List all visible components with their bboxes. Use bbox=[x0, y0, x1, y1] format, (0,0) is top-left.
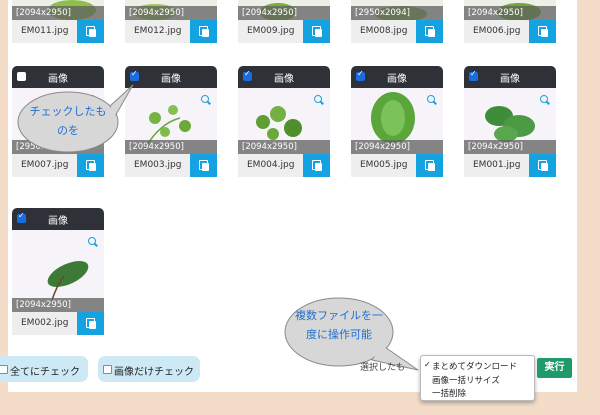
page-margin-right bbox=[577, 0, 600, 415]
file-name: EM002.jpg bbox=[21, 318, 69, 328]
card-title: 画像 bbox=[48, 216, 68, 227]
dropdown-option[interactable]: 一括削除 bbox=[432, 387, 466, 399]
copy-button[interactable] bbox=[190, 154, 217, 177]
image-dimensions: [2950x2094](584KB) bbox=[351, 6, 443, 20]
callout-text-multi: 複数ファイルを一 度に操作可能 bbox=[295, 309, 383, 341]
card-footer: EM001.jpg bbox=[464, 154, 556, 177]
card-footer: EM004.jpg bbox=[238, 154, 330, 177]
card-title: 画像 bbox=[387, 74, 407, 85]
thumbnail[interactable]: [2094x2950](674KB) bbox=[351, 88, 443, 154]
file-card: [2950x2094](584KB) EM008.jpg bbox=[351, 0, 443, 43]
file-card: [2094x2950](847KB) EM011.jpg bbox=[12, 0, 104, 43]
check-images-button[interactable]: 画像だけチェック bbox=[98, 356, 200, 382]
copy-button[interactable] bbox=[416, 154, 443, 177]
file-card: 画像 [2094x2950](512KB) EM004.jpg bbox=[238, 66, 330, 177]
image-dimensions: [2094x2950](754KB) bbox=[464, 6, 556, 20]
file-name: EM004.jpg bbox=[247, 160, 295, 170]
zoom-icon[interactable] bbox=[201, 95, 209, 103]
file-name: EM012.jpg bbox=[134, 26, 182, 36]
card-title: 画像 bbox=[274, 74, 294, 85]
zoom-icon[interactable] bbox=[314, 95, 322, 103]
thumbnail[interactable]: [2094x2950](516KB) bbox=[238, 0, 330, 20]
image-dimensions: [2094x2950](726KB) bbox=[125, 6, 217, 20]
copy-button[interactable] bbox=[303, 154, 330, 177]
checkbox-icon bbox=[0, 365, 8, 374]
bulk-action-dropdown[interactable]: ✓ まとめてダウンロード 画像一括リサイズ 一括削除 bbox=[420, 355, 535, 401]
zoom-icon[interactable] bbox=[88, 237, 96, 245]
checkbox-icon bbox=[103, 365, 112, 374]
file-card: [2094x2950](754KB) EM006.jpg bbox=[464, 0, 556, 43]
zoom-icon[interactable] bbox=[427, 95, 435, 103]
dropdown-option[interactable]: 画像一括リサイズ bbox=[432, 374, 500, 386]
copy-button[interactable] bbox=[529, 154, 556, 177]
card-footer: EM002.jpg bbox=[12, 312, 104, 335]
thumbnail[interactable]: [2950x2094](584KB) bbox=[351, 0, 443, 20]
image-dimensions: [2094x2950](516KB) bbox=[238, 6, 330, 20]
file-card: 画像 [2094x2950](451KB) EM002.jpg bbox=[12, 208, 104, 335]
file-name: EM001.jpg bbox=[473, 160, 521, 170]
file-name: EM006.jpg bbox=[473, 26, 521, 36]
copy-button[interactable] bbox=[190, 20, 217, 43]
file-name: EM007.jpg bbox=[21, 160, 69, 170]
card-footer: EM009.jpg bbox=[238, 20, 330, 43]
copy-button[interactable] bbox=[416, 20, 443, 43]
card-footer: EM012.jpg bbox=[125, 20, 217, 43]
card-header: 画像 bbox=[238, 66, 330, 88]
image-dimensions: [2094x2950](674KB) bbox=[351, 140, 443, 154]
file-name: EM005.jpg bbox=[360, 160, 408, 170]
copy-button[interactable] bbox=[303, 20, 330, 43]
thumbnail[interactable]: [2094x2950](512KB) bbox=[238, 88, 330, 154]
card-header: 画像 bbox=[351, 66, 443, 88]
image-dimensions: [2094x2950](451KB) bbox=[12, 298, 104, 312]
card-header: 画像 bbox=[464, 66, 556, 88]
card-footer: EM006.jpg bbox=[464, 20, 556, 43]
file-card: [2094x2950](516KB) EM009.jpg bbox=[238, 0, 330, 43]
file-card: [2094x2950](726KB) EM012.jpg bbox=[125, 0, 217, 43]
copy-button[interactable] bbox=[77, 312, 104, 335]
card-title: 画像 bbox=[500, 74, 520, 85]
copy-button[interactable] bbox=[77, 20, 104, 43]
file-name: EM008.jpg bbox=[360, 26, 408, 36]
thumbnail[interactable]: [2094x2950](754KB) bbox=[464, 0, 556, 20]
thumbnail[interactable]: [2094x2950](726KB) bbox=[125, 0, 217, 20]
file-card: 画像 [2094x2950](674KB) EM005.jpg bbox=[351, 66, 443, 177]
selected-action-label: 選択したも bbox=[360, 363, 406, 373]
image-dimensions: [2094x2950](512KB) bbox=[238, 140, 330, 154]
thumbnail[interactable]: [2094x2950](555KB) bbox=[464, 88, 556, 154]
callout-text-checked: チェックしたも のを bbox=[29, 105, 107, 137]
file-name: EM009.jpg bbox=[247, 26, 295, 36]
thumbnail[interactable]: [2094x2950](847KB) bbox=[12, 0, 104, 20]
copy-button[interactable] bbox=[529, 20, 556, 43]
file-name: EM011.jpg bbox=[21, 26, 69, 36]
thumbnail[interactable]: [2094x2950](451KB) bbox=[12, 230, 104, 312]
run-button[interactable]: 実行 bbox=[537, 358, 572, 378]
card-header: 画像 bbox=[12, 208, 104, 230]
card-footer: EM005.jpg bbox=[351, 154, 443, 177]
check-all-button[interactable]: 全てにチェック bbox=[0, 356, 88, 382]
card-footer: EM008.jpg bbox=[351, 20, 443, 43]
zoom-icon[interactable] bbox=[540, 95, 548, 103]
checkmark-icon: ✓ bbox=[424, 360, 431, 369]
file-name: EM003.jpg bbox=[134, 160, 182, 170]
file-card: 画像 [2094x2950](555KB) EM001.jpg bbox=[464, 66, 556, 177]
image-dimensions: [2094x2950](847KB) bbox=[12, 6, 104, 20]
dropdown-option[interactable]: まとめてダウンロード bbox=[432, 360, 517, 372]
card-footer: EM011.jpg bbox=[12, 20, 104, 43]
image-dimensions: [2094x2950](555KB) bbox=[464, 140, 556, 154]
page-margin-left bbox=[0, 0, 8, 415]
